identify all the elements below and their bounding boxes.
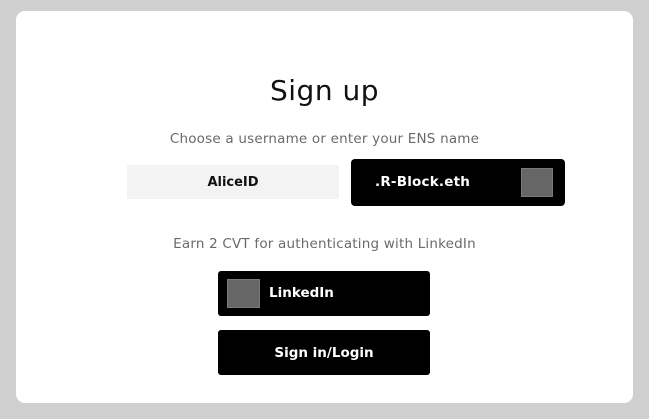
username-instructions: Choose a username or enter your ENS name xyxy=(169,131,480,147)
ens-logo-icon xyxy=(521,168,553,197)
page-title: Sign up xyxy=(270,74,379,107)
linkedin-button-label: LinkedIn xyxy=(269,285,334,301)
linkedin-button[interactable]: LinkedIn xyxy=(218,271,430,316)
signin-login-button[interactable]: Sign in/Login xyxy=(218,330,430,375)
username-input[interactable] xyxy=(127,165,339,199)
ens-suffix-button[interactable]: .R-Block.eth xyxy=(352,160,564,205)
ens-suffix-label: .R-Block.eth xyxy=(375,174,471,190)
linkedin-icon xyxy=(227,279,260,308)
linkedin-reward-text: Earn 2 CVT for authenticating with Linke… xyxy=(173,236,476,252)
